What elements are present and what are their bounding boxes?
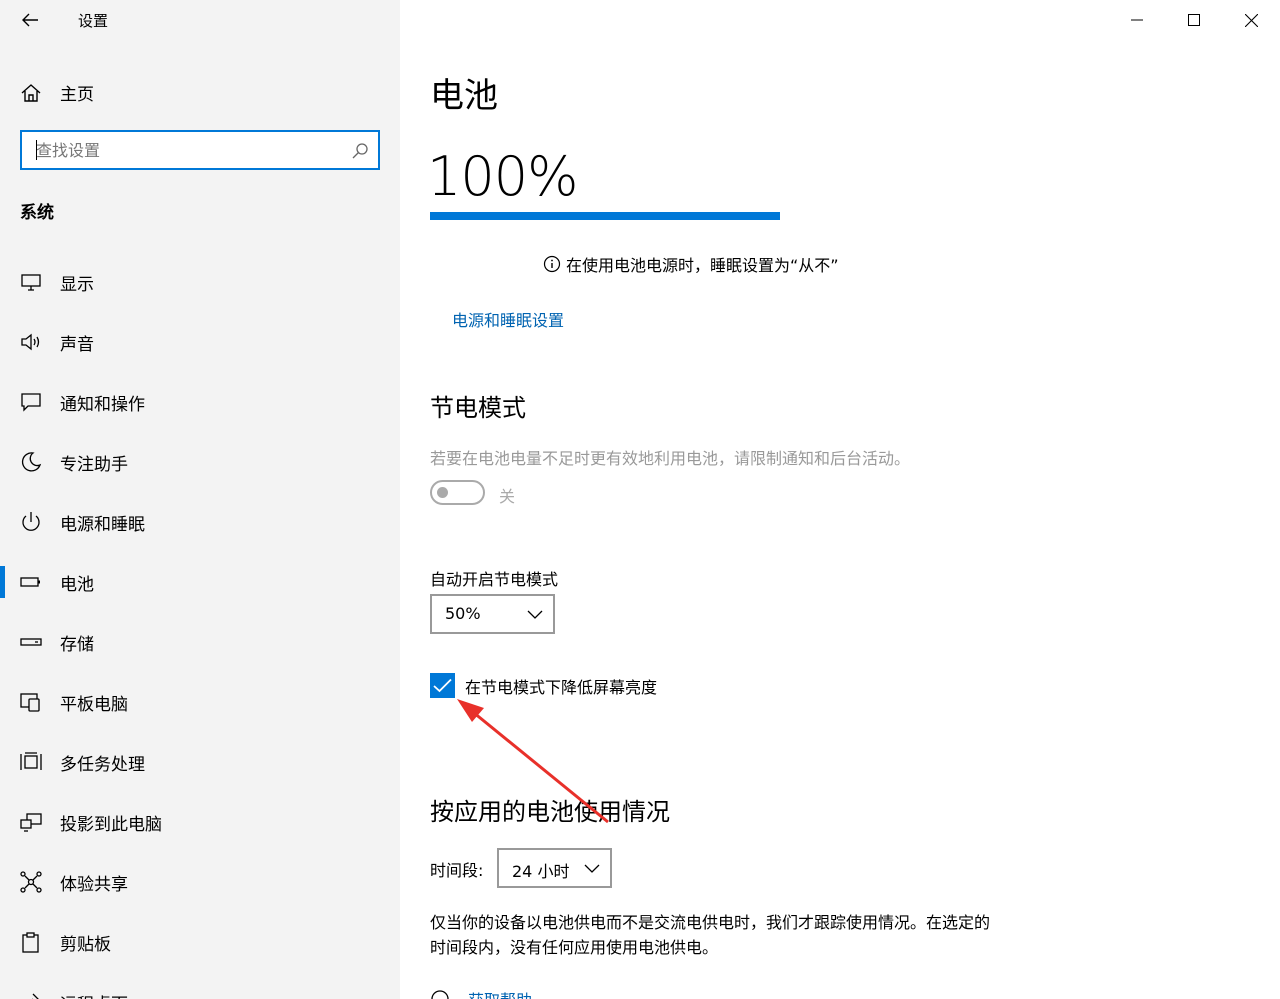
maximize-button[interactable] (1171, 6, 1217, 34)
sidebar-item-label: 平板电脑 (60, 695, 128, 715)
search-icon[interactable] (350, 141, 370, 161)
sidebar-item-power-sleep[interactable]: 电源和睡眠 (0, 492, 400, 552)
time-period-value: 24 小时 (512, 862, 570, 881)
multitask-icon (20, 752, 42, 770)
section-title: 系统 (20, 203, 54, 223)
close-button[interactable] (1228, 6, 1274, 34)
sleep-info-text: 在使用电池电源时，睡眠设置为“从不” (566, 256, 839, 275)
battery-icon (20, 577, 40, 587)
toggle-knob (437, 487, 448, 498)
sidebar-item-tablet[interactable]: 平板电脑 (0, 672, 400, 732)
sidebar-item-focus-assist[interactable]: 专注助手 (0, 432, 400, 492)
lower-brightness-checkbox[interactable] (430, 673, 455, 698)
power-sleep-settings-link[interactable]: 电源和睡眠设置 (452, 307, 564, 331)
sidebar-item-clipboard[interactable]: 剪贴板 (0, 912, 400, 972)
checkmark-icon (433, 678, 452, 693)
battery-saver-description: 若要在电池电量不足时更有效地利用电池，请限制通知和后台活动。 (430, 449, 911, 468)
sidebar-item-remote-desktop[interactable]: 远程桌面 (0, 972, 400, 999)
battery-saver-toggle[interactable] (430, 480, 485, 505)
sidebar-item-sound[interactable]: 声音 (0, 312, 400, 372)
page-title: 电池 (430, 76, 498, 116)
chevron-down-icon (584, 864, 600, 873)
moon-icon (21, 452, 42, 472)
sidebar-item-label: 多任务处理 (60, 755, 145, 775)
minimize-button[interactable] (1114, 6, 1160, 34)
sidebar-item-label: 电池 (60, 575, 94, 595)
share-icon (20, 871, 42, 893)
back-button[interactable] (14, 6, 46, 34)
sidebar-item-multitasking[interactable]: 多任务处理 (0, 732, 400, 792)
monitor-icon (21, 274, 41, 291)
sidebar-item-label: 显示 (60, 275, 94, 295)
sidebar-item-label: 剪贴板 (60, 935, 111, 955)
sidebar-item-label: 远程桌面 (60, 990, 128, 999)
battery-level-bar (430, 212, 780, 220)
sidebar-item-battery[interactable]: 电池 (0, 552, 400, 612)
battery-usage-description: 仅当你的设备以电池供电而不是交流电供电时，我们才跟踪使用情况。在选定的时间段内，… (430, 913, 991, 957)
auto-saver-threshold-value: 50% (445, 604, 481, 623)
chevron-down-icon (527, 610, 543, 619)
sidebar-item-display[interactable]: 显示 (0, 252, 400, 312)
app-title: 设置 (78, 12, 109, 30)
sidebar-item-label: 存储 (60, 635, 94, 655)
back-arrow-icon (22, 13, 38, 27)
search-input[interactable] (22, 140, 342, 160)
sidebar-item-label: 专注助手 (60, 455, 128, 475)
sidebar-item-label: 投影到此电脑 (60, 815, 162, 835)
battery-saver-toggle-state: 关 (499, 487, 516, 506)
text-caret (36, 140, 37, 160)
clipboard-icon (22, 932, 39, 953)
sidebar-home[interactable]: 主页 (0, 70, 400, 114)
help-icon (431, 990, 449, 999)
battery-usage-heading: 按应用的电池使用情况 (430, 798, 670, 826)
sidebar-item-label: 体验共享 (60, 875, 128, 895)
minimize-icon (1131, 19, 1143, 21)
project-icon (20, 813, 42, 832)
search-box[interactable] (20, 130, 380, 170)
sidebar-item-notifications[interactable]: 通知和操作 (0, 372, 400, 432)
tablet-icon (20, 693, 40, 712)
maximize-icon (1188, 14, 1200, 26)
sidebar-item-project-to-pc[interactable]: 投影到此电脑 (0, 792, 400, 852)
remote-desktop-icon (32, 993, 39, 999)
sidebar-item-label: 声音 (60, 335, 94, 355)
power-icon (22, 512, 40, 531)
speaker-icon (21, 333, 40, 351)
sidebar-item-label: 通知和操作 (60, 395, 145, 415)
main-content: 电池 100% 在使用电池电源时，睡眠设置为“从不” 电源和睡眠设置 节电模式 … (400, 0, 1280, 999)
sidebar-home-label: 主页 (60, 85, 94, 105)
battery-level-fill (430, 212, 780, 220)
info-icon (543, 255, 561, 273)
battery-saver-heading: 节电模式 (430, 394, 526, 422)
sleep-info: 在使用电池电源时，睡眠设置为“从不” (543, 252, 839, 276)
home-icon (21, 84, 41, 102)
active-indicator (0, 566, 5, 598)
lower-brightness-label: 在节电模式下降低屏幕亮度 (465, 678, 658, 697)
sidebar-item-storage[interactable]: 存储 (0, 612, 400, 672)
sidebar-item-shared-experiences[interactable]: 体验共享 (0, 852, 400, 912)
close-icon (1244, 13, 1258, 27)
get-help-row[interactable]: 获取帮助 (430, 987, 532, 999)
auto-saver-threshold-select[interactable]: 50% (430, 594, 555, 634)
notification-icon (21, 393, 41, 412)
battery-percent: 100% (427, 145, 578, 208)
sidebar: 设置 主页 系统 显示 声音 通知和操作 专注助手 电源和睡眠 (0, 0, 400, 999)
get-help-link[interactable]: 获取帮助 (468, 987, 532, 999)
sidebar-item-label: 电源和睡眠 (60, 515, 145, 535)
time-period-label: 时间段: (430, 861, 484, 880)
time-period-select[interactable]: 24 小时 (497, 848, 612, 888)
storage-icon (20, 638, 42, 646)
sidebar-nav: 显示 声音 通知和操作 专注助手 电源和睡眠 电池 存储 平板电脑 多任务处理 … (0, 252, 400, 999)
auto-saver-label: 自动开启节电模式 (430, 570, 559, 589)
